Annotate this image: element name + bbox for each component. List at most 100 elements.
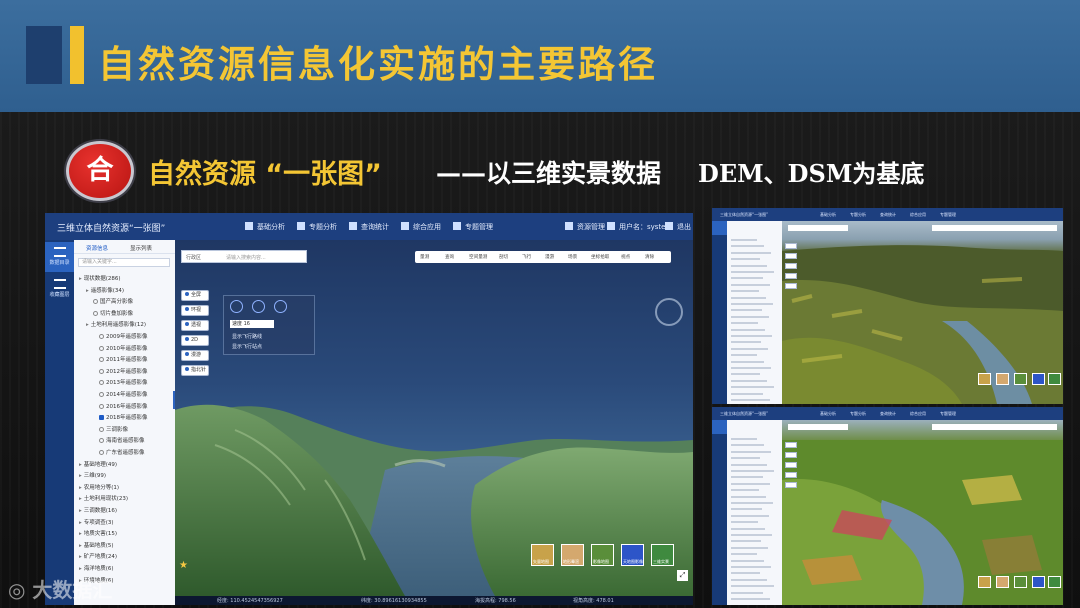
nav-basic-analysis[interactable]: 基础分析	[245, 222, 285, 232]
tree-item[interactable]: 国产高分影像	[93, 297, 133, 305]
basemap-3d-reality[interactable]: 三维实景	[651, 544, 674, 566]
navigation-compass-icon[interactable]	[655, 298, 683, 326]
radio-icon[interactable]	[99, 392, 104, 397]
expand-arrow-icon[interactable]: ▸	[79, 276, 82, 282]
star-icon[interactable]: ★	[179, 560, 188, 571]
map-btn-fullscreen[interactable]: 全屏	[181, 290, 209, 301]
tool-scene[interactable]: 场景	[568, 254, 577, 260]
expand-arrow-icon[interactable]: ▸	[79, 543, 82, 549]
radio-icon[interactable]	[93, 310, 98, 316]
sidebar-item-favorites[interactable]: 收藏图层	[45, 274, 74, 304]
tree-item[interactable]: 2014年遥感影像	[99, 390, 148, 398]
basemap-terrain[interactable]: 地形晕渲	[561, 544, 584, 566]
resource-mgmt-link[interactable]: 资源管理	[565, 222, 605, 232]
tree-item[interactable]: 2016年遥感影像	[99, 402, 148, 410]
tool-query[interactable]: 查询	[445, 254, 454, 260]
expand-arrow-icon[interactable]: ▸	[79, 508, 82, 514]
tree-item-label: 2018年遥感影像	[106, 415, 148, 422]
radio-icon[interactable]	[99, 403, 104, 409]
tab-resources[interactable]: 资源信息	[86, 244, 108, 252]
tree-item[interactable]: ▸ 现状数据(286)	[79, 274, 121, 282]
map-3d-view[interactable]: 行政区 请输入搜索内容... 量测 查询 空间量测 剖切 飞行 漫游 场景 坐标…	[175, 240, 693, 596]
expand-arrow-icon[interactable]: ▸	[79, 554, 82, 560]
tree-search-input[interactable]: 请输入关键字...	[78, 258, 170, 267]
radio-icon[interactable]	[99, 345, 104, 351]
tree-item[interactable]: ▸ 专项调查(3)	[79, 518, 114, 526]
basemap-vector[interactable]: 矢量地图	[531, 544, 554, 566]
show-fly-stations-option[interactable]: 显示飞行站点	[232, 343, 262, 350]
tree-item[interactable]: ▸ 海洋地质(6)	[79, 564, 114, 572]
tree-item[interactable]: 2011年遥感影像	[99, 355, 148, 363]
radio-icon[interactable]	[99, 357, 104, 363]
tool-section[interactable]: 剖切	[499, 254, 508, 260]
nav-query-stats[interactable]: 查询统计	[349, 222, 389, 232]
map-search-bar[interactable]: 行政区 请输入搜索内容...	[181, 250, 307, 263]
map-btn-north[interactable]: 指北针	[181, 365, 209, 376]
basemap-imagery[interactable]: 影像地图	[591, 544, 614, 566]
tree-item[interactable]: ▸ 三维(99)	[79, 471, 106, 479]
tree-item[interactable]: 2010年遥感影像	[99, 344, 148, 352]
stop-icon[interactable]	[274, 300, 287, 313]
logout-button[interactable]: 退出	[665, 222, 691, 232]
tree-item[interactable]: ▸ 基础地质(5)	[79, 541, 114, 549]
tree-item[interactable]: ▸ 土地利用遥感影像(12)	[86, 320, 146, 328]
user-menu[interactable]: 用户名：system	[607, 222, 672, 232]
radio-icon[interactable]	[99, 438, 104, 444]
radio-icon[interactable]	[99, 450, 104, 455]
show-fly-route-option[interactable]: 显示飞行路线	[232, 333, 262, 340]
sidebar-item-data-catalog[interactable]: 数据目录	[45, 242, 74, 272]
radio-icon[interactable]	[99, 334, 104, 339]
map-btn-perspective[interactable]: 透视	[181, 320, 209, 331]
expand-arrow-icon[interactable]: ▸	[79, 566, 82, 572]
tree-item[interactable]: ▸ 基础地理(49)	[79, 460, 117, 468]
nav-thematic-analysis[interactable]: 专题分析	[297, 222, 337, 232]
nav-thematic-mgmt[interactable]: 专题管理	[453, 222, 493, 232]
checkbox-checked-icon[interactable]	[99, 415, 104, 421]
tree-item[interactable]: 2013年遥感影像	[99, 378, 148, 386]
radio-icon[interactable]	[99, 426, 104, 432]
tree-item[interactable]: ▸ 农用地分等(1)	[79, 483, 119, 491]
map-btn-2d[interactable]: 2D	[181, 335, 209, 346]
map-btn-roam[interactable]: 漫游	[181, 350, 209, 361]
expand-arrow-icon[interactable]: ▸	[79, 531, 82, 537]
tool-measure[interactable]: 量测	[420, 254, 429, 260]
tab-display-list[interactable]: 显示列表	[130, 244, 152, 252]
radio-icon[interactable]	[99, 368, 104, 374]
expand-arrow-icon[interactable]: ▸	[79, 473, 82, 479]
tree-item[interactable]: 2012年遥感影像	[99, 367, 148, 375]
expand-arrow-icon[interactable]: ▸	[79, 485, 82, 491]
speed-select[interactable]: 速度 16	[230, 320, 274, 328]
map-search-input[interactable]: 请输入搜索内容...	[226, 254, 266, 261]
tree-item[interactable]: 广东省遥感影像	[99, 448, 145, 456]
tool-coord-pick[interactable]: 坐标拾取	[591, 254, 609, 260]
expand-arrow-icon[interactable]: ▸	[79, 462, 82, 468]
region-select[interactable]: 行政区	[186, 254, 201, 261]
tree-item[interactable]: 2009年遥感影像	[99, 332, 148, 340]
tree-item[interactable]: ▸ 三调数据(16)	[79, 506, 117, 514]
radio-icon[interactable]	[99, 380, 104, 386]
tool-roam[interactable]: 漫游	[545, 254, 554, 260]
tool-viewpoint[interactable]: 视点	[621, 254, 630, 260]
basemap-tianditu[interactable]: 天地图影像	[621, 544, 644, 566]
expand-arrow-icon[interactable]: ▸	[86, 322, 89, 328]
expand-icon[interactable]: ⤢	[677, 570, 688, 581]
tree-item[interactable]: 三调影像	[99, 425, 128, 433]
pause-icon[interactable]	[252, 300, 265, 313]
tool-clear[interactable]: 清除	[645, 254, 654, 260]
map-btn-orbit[interactable]: 环视	[181, 305, 209, 316]
tree-item[interactable]: ▸ 土地利用现状(23)	[79, 494, 128, 502]
tree-item[interactable]: 海南省遥感影像	[99, 436, 145, 444]
expand-arrow-icon[interactable]: ▸	[79, 496, 82, 502]
tree-item[interactable]: ▸ 矿产地质(24)	[79, 552, 117, 560]
tree-item[interactable]: 切片叠加影像	[93, 309, 133, 317]
radio-icon[interactable]	[93, 299, 98, 305]
tree-item[interactable]: ▸ 遥感影像(34)	[86, 286, 124, 294]
nav-integrated-apps[interactable]: 综合应用	[401, 222, 441, 232]
expand-arrow-icon[interactable]: ▸	[79, 520, 82, 526]
tool-spatial-measure[interactable]: 空间量测	[469, 254, 487, 260]
tool-fly[interactable]: 飞行	[522, 254, 531, 260]
expand-arrow-icon[interactable]: ▸	[86, 288, 89, 294]
tree-item[interactable]: 2018年遥感影像	[99, 413, 148, 421]
fly-record-icon[interactable]	[230, 300, 243, 313]
tree-item[interactable]: ▸ 地质灾害(15)	[79, 529, 117, 537]
